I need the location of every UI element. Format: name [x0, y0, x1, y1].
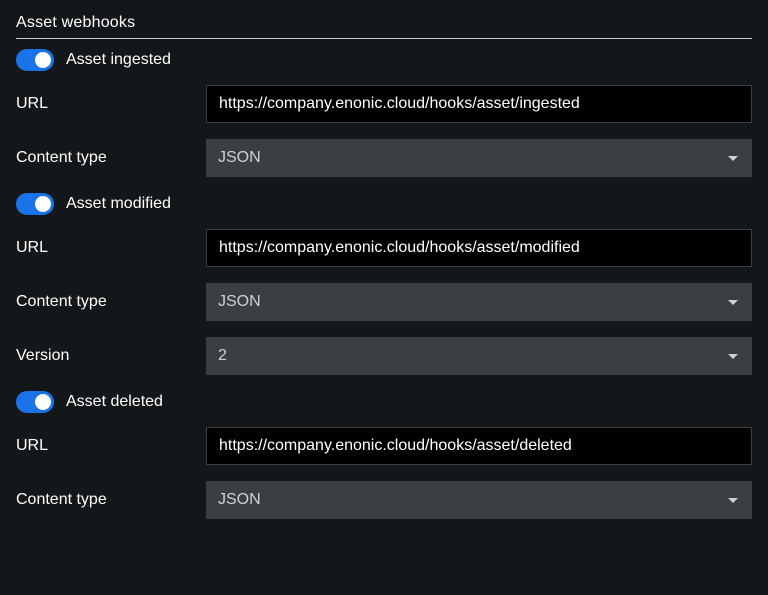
- modified-version-select[interactable]: 2: [206, 337, 752, 375]
- modified-version-row: Version 2: [16, 337, 752, 375]
- section-title: Asset webhooks: [16, 14, 752, 39]
- asset-deleted-toggle[interactable]: [16, 391, 54, 413]
- deleted-content-type-row: Content type JSON: [16, 481, 752, 519]
- ingested-content-type-select[interactable]: JSON: [206, 139, 752, 177]
- chevron-down-icon: [728, 156, 738, 161]
- asset-ingested-toggle-label: Asset ingested: [66, 51, 171, 69]
- select-value: JSON: [218, 491, 261, 509]
- webhook-ingested-toggle-row: Asset ingested: [16, 49, 752, 71]
- select-value: 2: [218, 347, 227, 365]
- asset-deleted-toggle-label: Asset deleted: [66, 393, 163, 411]
- url-label: URL: [16, 239, 206, 257]
- asset-modified-toggle-label: Asset modified: [66, 195, 171, 213]
- toggle-knob-icon: [35, 394, 51, 410]
- content-type-label: Content type: [16, 149, 206, 167]
- asset-ingested-toggle[interactable]: [16, 49, 54, 71]
- content-type-label: Content type: [16, 491, 206, 509]
- deleted-url-input[interactable]: [206, 427, 752, 465]
- ingested-url-input[interactable]: [206, 85, 752, 123]
- modified-content-type-row: Content type JSON: [16, 283, 752, 321]
- select-value: JSON: [218, 293, 261, 311]
- deleted-url-row: URL: [16, 427, 752, 465]
- asset-webhooks-panel: Asset webhooks Asset ingested URL Conten…: [0, 0, 768, 519]
- ingested-url-row: URL: [16, 85, 752, 123]
- deleted-content-type-select[interactable]: JSON: [206, 481, 752, 519]
- asset-modified-toggle[interactable]: [16, 193, 54, 215]
- chevron-down-icon: [728, 354, 738, 359]
- ingested-content-type-row: Content type JSON: [16, 139, 752, 177]
- url-label: URL: [16, 437, 206, 455]
- version-label: Version: [16, 347, 206, 365]
- modified-content-type-select[interactable]: JSON: [206, 283, 752, 321]
- modified-url-input[interactable]: [206, 229, 752, 267]
- url-label: URL: [16, 95, 206, 113]
- webhook-modified-toggle-row: Asset modified: [16, 193, 752, 215]
- webhook-deleted-toggle-row: Asset deleted: [16, 391, 752, 413]
- chevron-down-icon: [728, 300, 738, 305]
- chevron-down-icon: [728, 498, 738, 503]
- toggle-knob-icon: [35, 52, 51, 68]
- toggle-knob-icon: [35, 196, 51, 212]
- content-type-label: Content type: [16, 293, 206, 311]
- modified-url-row: URL: [16, 229, 752, 267]
- select-value: JSON: [218, 149, 261, 167]
